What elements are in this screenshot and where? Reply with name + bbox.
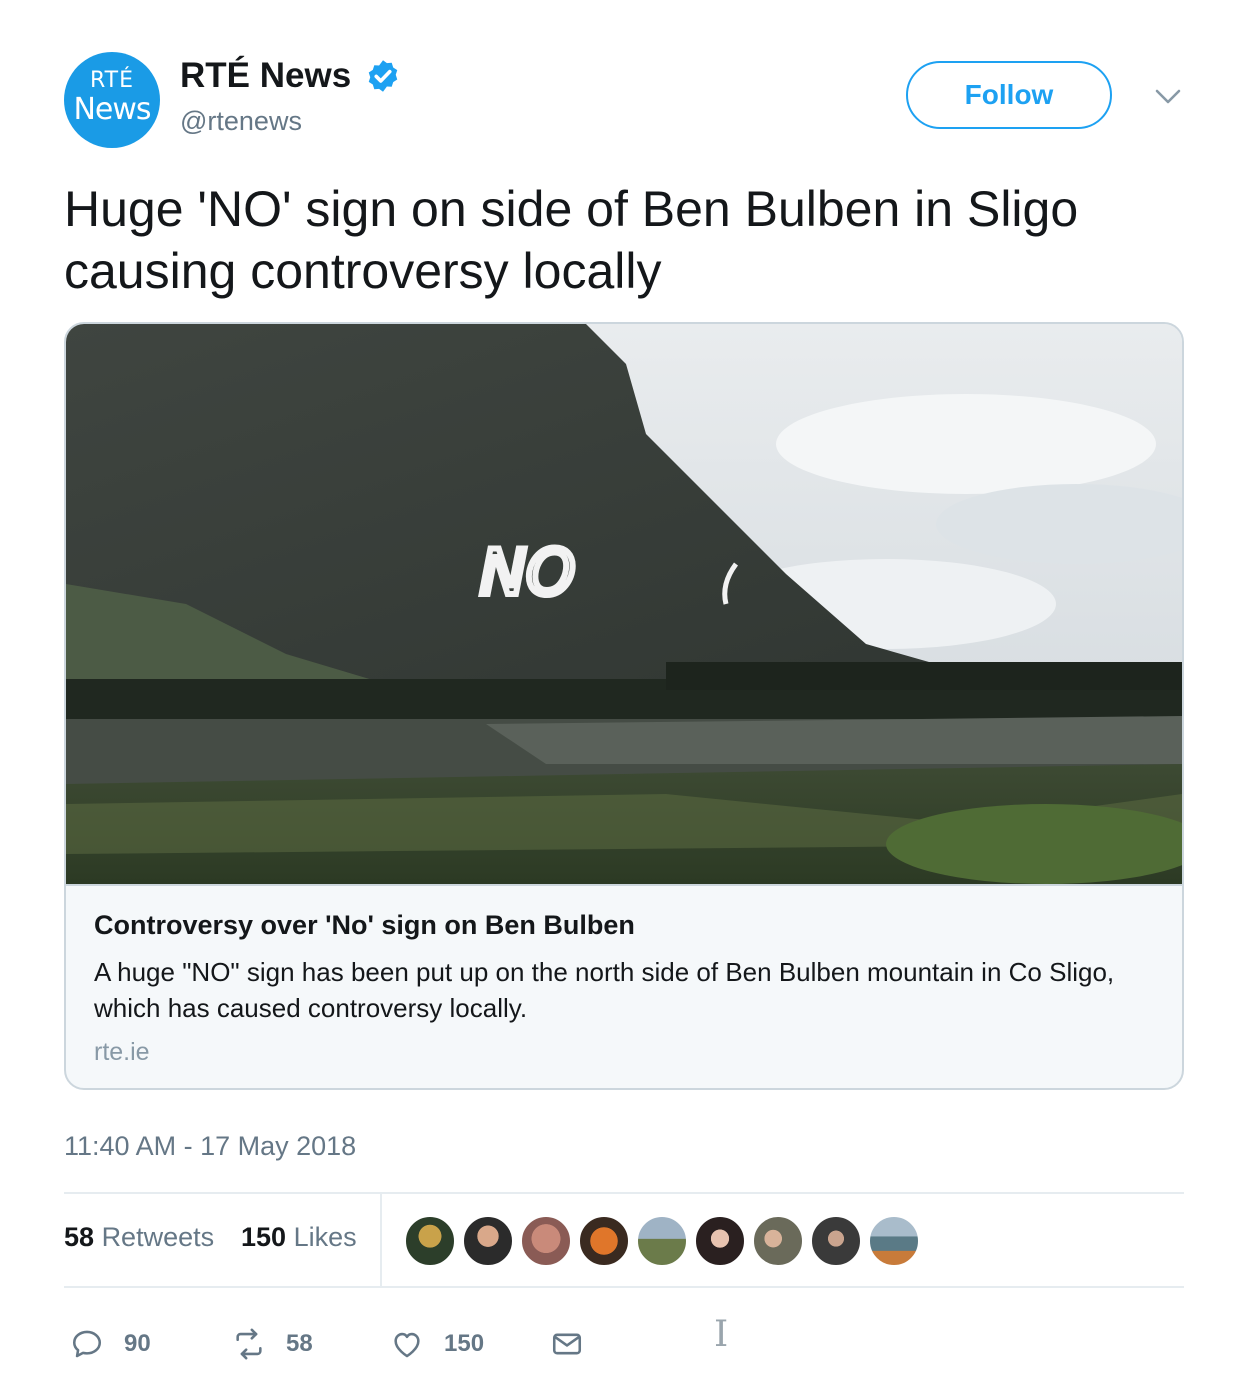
card-body[interactable]: Controversy over 'No' sign on Ben Bulben… [66, 884, 1182, 1088]
likes-stat[interactable]: 150 Likes [241, 1222, 357, 1253]
chevron-down-icon[interactable] [1154, 88, 1182, 106]
envelope-icon [552, 1333, 582, 1355]
heart-icon [394, 1332, 420, 1358]
link-card[interactable]: NO Controversy over 'No' sign on Ben Bul… [64, 322, 1184, 1090]
direct-message-action[interactable] [550, 1322, 604, 1366]
liker-avatar[interactable] [694, 1215, 746, 1267]
card-title[interactable]: Controversy over 'No' sign on Ben Bulben [94, 910, 635, 941]
reply-icon [72, 1330, 102, 1358]
liker-avatar[interactable] [578, 1215, 630, 1267]
avatar-text-bottom: News [73, 92, 151, 127]
verified-badge-icon [368, 60, 398, 92]
liker-avatar[interactable] [520, 1215, 572, 1267]
liker-avatar[interactable] [868, 1215, 920, 1267]
reply-action[interactable]: 90 [70, 1322, 151, 1366]
liker-avatar[interactable] [462, 1215, 514, 1267]
stats-divider [380, 1194, 382, 1286]
avatar[interactable]: RTÉ News [64, 52, 160, 148]
like-action[interactable]: 150 [390, 1322, 484, 1366]
card-image-sign: NO [480, 536, 575, 609]
liker-avatar[interactable] [752, 1215, 804, 1267]
like-count: 150 [444, 1330, 485, 1357]
display-name[interactable]: RTÉ News [180, 56, 351, 96]
retweets-label: Retweets [101, 1222, 215, 1252]
card-description: A huge "NO" sign has been put up on the … [94, 957, 1115, 1023]
retweet-action[interactable]: 58 [232, 1322, 313, 1366]
retweet-icon [236, 1328, 262, 1360]
divider [64, 1286, 1184, 1288]
retweets-stat[interactable]: 58 Retweets [64, 1222, 214, 1253]
likes-label: Likes [293, 1222, 357, 1252]
liker-avatar[interactable] [810, 1215, 862, 1267]
liker-avatar[interactable] [636, 1215, 688, 1267]
retweets-count: 58 [64, 1222, 95, 1252]
tweet-timestamp[interactable]: 11:40 AM - 17 May 2018 [64, 1131, 356, 1162]
tweet-text: Huge 'NO' sign on side of Ben Bulben in … [64, 181, 1079, 299]
divider [64, 1192, 1184, 1194]
likes-count: 150 [241, 1222, 287, 1252]
reply-count: 90 [124, 1330, 151, 1357]
handle[interactable]: @rtenews [180, 106, 302, 137]
avatar-text-top: RTÉ [89, 68, 135, 93]
liker-avatar[interactable] [404, 1215, 456, 1267]
card-image[interactable]: NO [66, 324, 1182, 884]
retweet-count: 58 [286, 1330, 313, 1357]
follow-button[interactable]: Follow [906, 61, 1112, 129]
card-domain[interactable]: rte.ie [94, 1038, 150, 1067]
text-cursor-icon: I [714, 1314, 729, 1355]
